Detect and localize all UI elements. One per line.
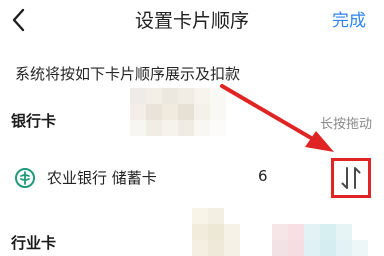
drag-hint: 长按拖动 <box>319 117 372 132</box>
agricultural-bank-logo <box>15 168 35 188</box>
done-button[interactable]: 完成 <box>332 6 366 31</box>
card-name: 农业银行 储蓄卡 <box>47 169 157 187</box>
card-number-tail: 6 <box>258 167 268 185</box>
instruction-text: 系统将按如下卡片顺序展示及扣款 <box>15 65 241 83</box>
card-row[interactable]: 农业银行 储蓄卡 6 <box>0 158 384 198</box>
privacy-mosaic <box>130 88 226 136</box>
drag-sort-icon <box>341 167 361 189</box>
nav-bar: 设置卡片顺序 完成 <box>0 0 384 40</box>
page-title: 设置卡片顺序 <box>134 10 249 32</box>
industry-card-section-title: 行业卡 <box>11 234 57 252</box>
privacy-mosaic <box>176 200 384 256</box>
card-order-page: 设置卡片顺序 完成 系统将按如下卡片顺序展示及扣款 银行卡 长按拖动 农业银行 … <box>0 0 384 256</box>
drag-handle[interactable] <box>331 158 371 198</box>
bank-card-section-title: 银行卡 <box>11 112 57 130</box>
